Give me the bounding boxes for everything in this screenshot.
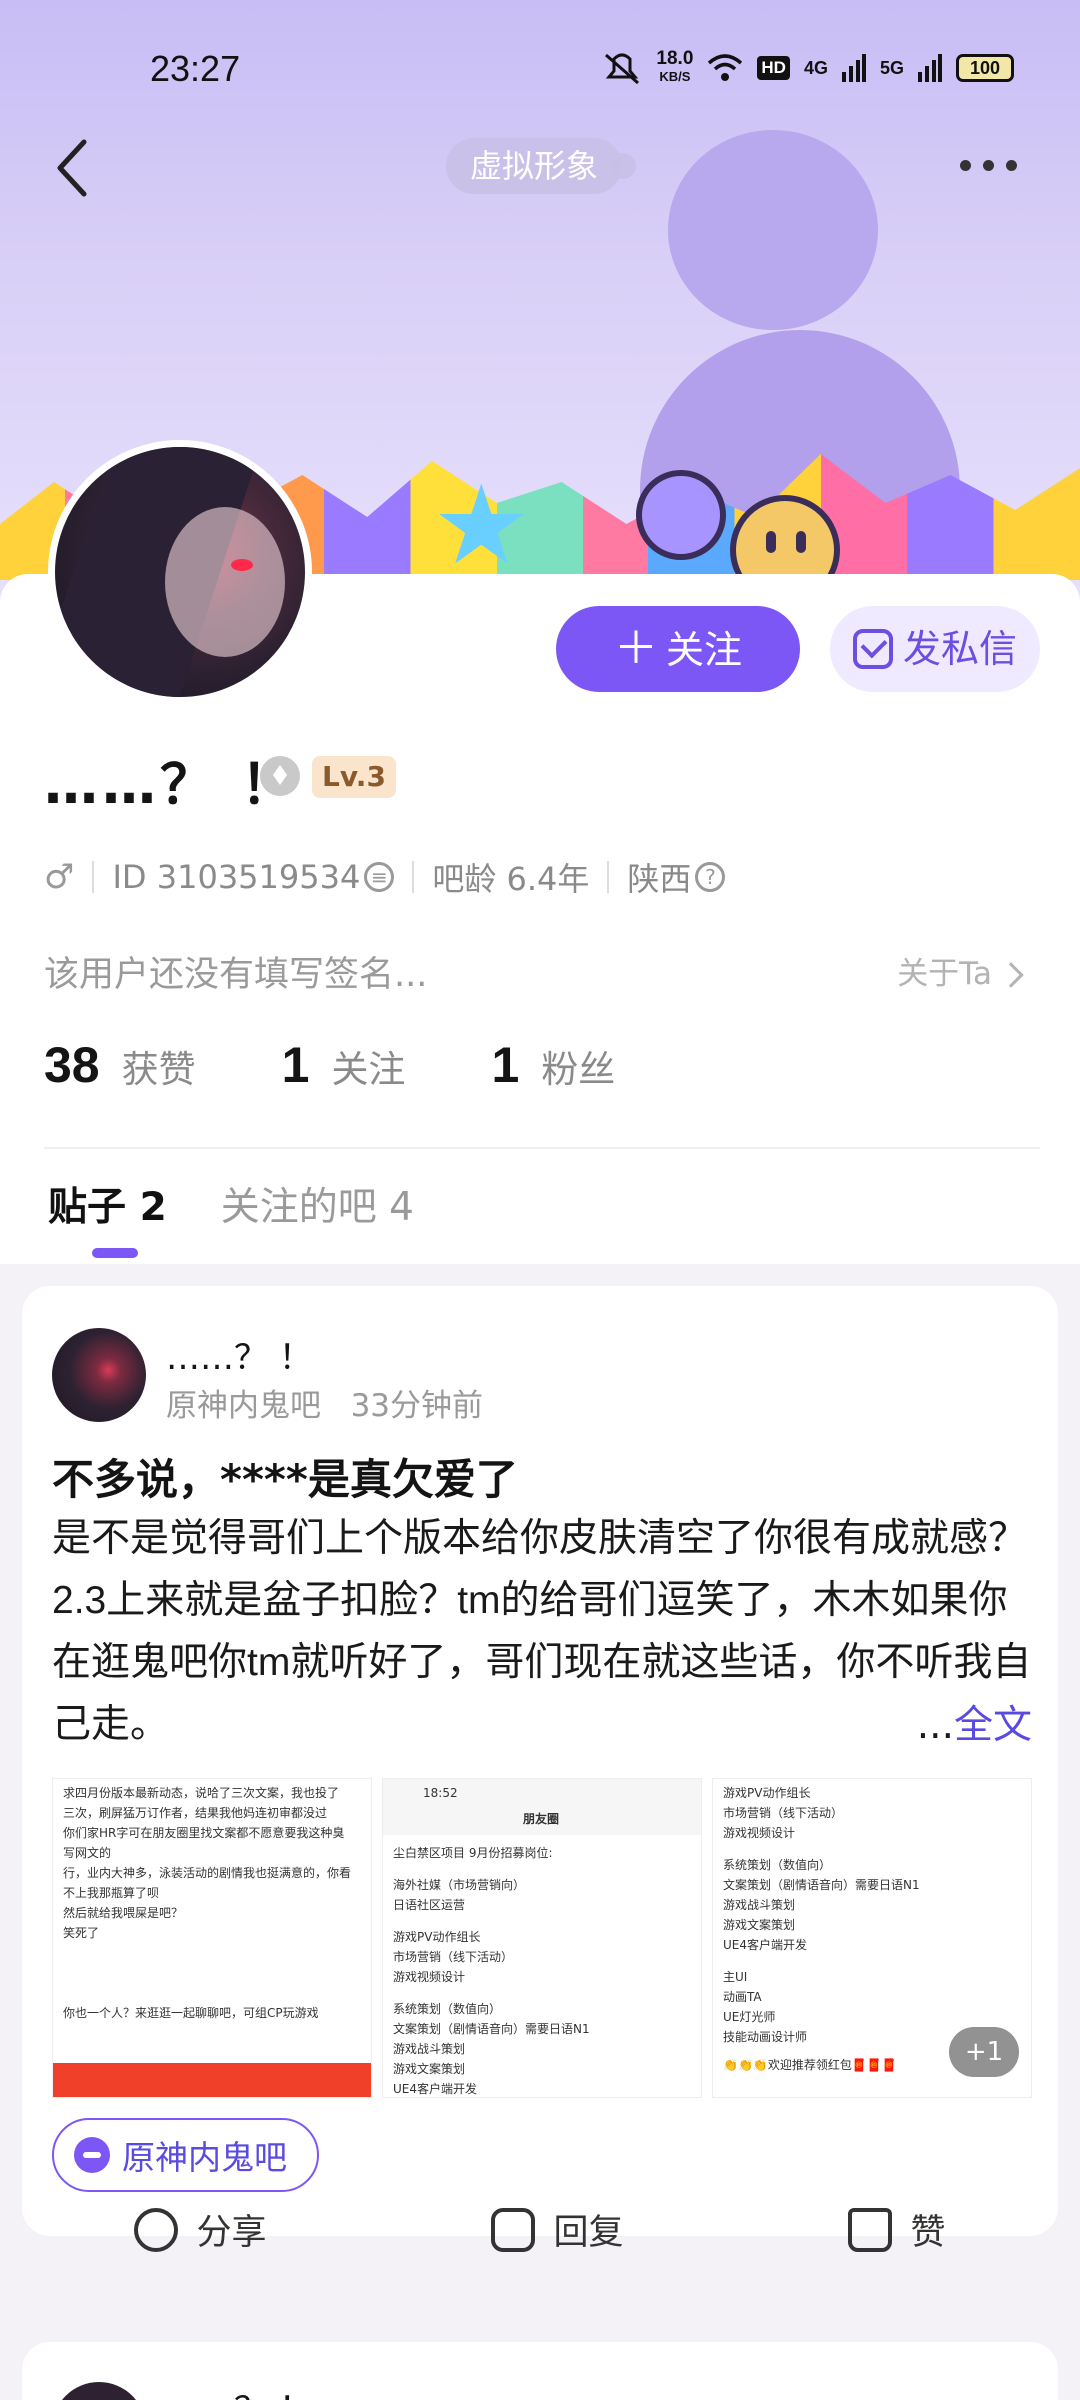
post-body: 是不是觉得哥们上个版本给你皮肤清空了你很有成就感？2.3上来就是⁠盆子扣脸？tm…	[52, 1517, 1032, 1746]
copy-id-icon[interactable]: ≡	[364, 862, 395, 892]
about-link[interactable]: 关于Ta	[897, 948, 1024, 993]
like-button[interactable]: 赞	[848, 2204, 946, 2255]
mute-icon	[605, 53, 640, 85]
stat-likes[interactable]: 38 获赞	[44, 1036, 196, 1094]
hd-icon: HD	[757, 56, 790, 80]
tab-indicator	[92, 1248, 138, 1258]
more-options-icon[interactable]	[960, 150, 1020, 180]
full-text-link[interactable]: ...全文	[910, 1694, 1032, 1750]
profile-meta: ♂ ID 3103519534 ≡ 吧龄 6.4年 陕西 ?	[44, 854, 726, 900]
post-author-avatar[interactable]	[52, 2382, 146, 2400]
signal-5g-label: 5G	[879, 57, 904, 78]
profile-page: ★ 23:27 18.0KB/S HD 4G 5G 100 虚拟形象 ＋关注	[0, 0, 1080, 2400]
stat-followers[interactable]: 1 粉丝	[491, 1036, 615, 1094]
back-arrow-icon[interactable]	[52, 138, 92, 198]
post-title: 不多说，****⁠是真欠爱了	[52, 1455, 518, 1504]
avatar-silhouette-head	[668, 130, 878, 330]
signal-icon	[841, 54, 866, 82]
like-icon	[848, 2207, 893, 2252]
planet-decoration-icon	[636, 470, 726, 560]
comment-icon	[491, 2207, 536, 2252]
user-id: ID 3103519534	[112, 858, 361, 896]
forum-icon	[74, 2137, 110, 2173]
virtual-avatar-tag[interactable]: 虚拟形象	[446, 138, 623, 194]
status-bar: 23:27 18.0 KB/S HD 4G 5G 100	[0, 48, 1080, 98]
profile-stats: 38 获赞 1 关注 1 粉丝	[44, 1036, 701, 1094]
help-icon[interactable]: ?	[695, 862, 726, 892]
post-time: 33分钟前	[350, 1388, 484, 1424]
net-speed: 18.0 KB/S	[656, 48, 694, 84]
post-images: 求四月份版本最新动态，说哈了三次文案，我也投了 三次，刷屏猛万订作者，结果我他妈…	[52, 1778, 1032, 2098]
chevron-right-icon	[998, 962, 1024, 988]
avatar[interactable]	[48, 440, 312, 704]
profile-tabs: 贴子 2 关注的吧 4	[48, 1176, 414, 1232]
forum-chip[interactable]: 原神内鬼吧	[52, 2118, 319, 2192]
follow-button[interactable]: ＋关注	[556, 606, 800, 692]
stat-following[interactable]: 1 关注	[282, 1036, 406, 1094]
post-card[interactable]: ……？ ！	[22, 2342, 1058, 2400]
level-badge[interactable]: Lv.3	[312, 756, 396, 798]
signal-icon	[918, 54, 942, 82]
plus-icon: ＋	[613, 623, 658, 674]
more-images-badge[interactable]: +1	[949, 2027, 1019, 2077]
share-button[interactable]: 分享	[134, 2204, 267, 2255]
status-time: 23:27	[150, 48, 241, 89]
signature: 该用户还没有填写签名...	[44, 955, 428, 995]
star-decoration-icon: ★	[432, 461, 531, 589]
reply-button[interactable]: 回复	[491, 2204, 624, 2255]
status-icons: 18.0 KB/S HD 4G 5G 100	[602, 48, 1014, 86]
phone-screenshot-header: 18:52 朋友圈	[383, 1779, 701, 1835]
post-actions: 分享 回复 赞	[22, 2204, 1058, 2255]
male-gender-icon: ♂	[44, 857, 75, 897]
post-meta: 原神内鬼吧 33分钟前	[166, 1380, 483, 1425]
location: 陕西	[627, 860, 692, 898]
virtual-avatar-dot	[610, 153, 636, 179]
post-author-name[interactable]: ……？ ！	[166, 1330, 313, 1379]
post-author-avatar[interactable]	[52, 1328, 146, 1422]
post-card[interactable]: ……？ ！ 原神内鬼吧 33分钟前 不多说，****⁠是真欠爱了 是不是觉得哥们…	[22, 1286, 1058, 2253]
message-button[interactable]: 发私信	[830, 606, 1040, 692]
battery-icon: 100	[956, 54, 1014, 82]
divider	[44, 1147, 1040, 1149]
tab-followed-bars[interactable]: 关注的吧 4	[221, 1176, 414, 1232]
post-image-1[interactable]: 求四月份版本最新动态，说哈了三次文案，我也投了 三次，刷屏猛万订作者，结果我他妈…	[52, 1778, 372, 2098]
post-forum: 原神内鬼吧	[166, 1388, 321, 1424]
tab-posts[interactable]: 贴子 2	[48, 1176, 167, 1232]
bar-age: 吧龄 6.4年	[432, 860, 590, 898]
share-icon	[134, 2207, 179, 2252]
post-author-name[interactable]: ……？ ！	[166, 2382, 313, 2400]
post-image-2[interactable]: 18:52 朋友圈 尘白禁区项目 9月份招募岗位: 海外社媒（市场营销向） 日语…	[382, 1778, 702, 2098]
post-image-3[interactable]: 游戏PV动作组长 市场营销（线下活动） 游戏视频设计 系统策划（数值向） 文案策…	[712, 1778, 1032, 2098]
level-icon	[260, 756, 300, 796]
wifi-icon	[708, 54, 743, 81]
message-icon	[852, 629, 893, 669]
signal-4g-label: 4G	[803, 57, 828, 78]
